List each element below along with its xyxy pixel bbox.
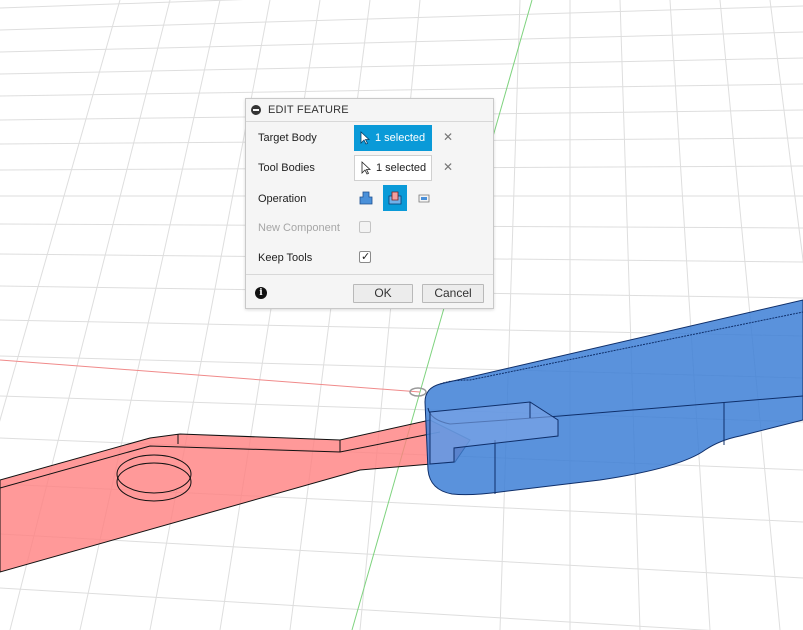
keep-tools-label: Keep Tools: [258, 252, 313, 264]
tool-body[interactable]: [0, 419, 471, 573]
ok-button[interactable]: OK: [353, 284, 413, 303]
edit-feature-dialog: EDIT FEATURE Target Body 1 selected ✕ To…: [245, 98, 494, 309]
new-component-checkbox[interactable]: [359, 221, 371, 233]
3d-viewport[interactable]: [0, 0, 803, 630]
tool-bodies-selection-text: 1 selected: [376, 162, 427, 174]
intersect-icon[interactable]: [412, 185, 436, 211]
cancel-button[interactable]: Cancel: [422, 284, 484, 303]
target-body-label: Target Body: [258, 132, 317, 144]
cut-icon[interactable]: [383, 185, 407, 211]
dialog-footer: i OK Cancel: [246, 274, 493, 309]
checkmark-icon: ✓: [361, 250, 371, 263]
keep-tools-checkbox[interactable]: ✓: [359, 250, 371, 263]
new-component-row: New Component: [246, 214, 493, 244]
collapse-icon[interactable]: [251, 105, 261, 115]
cursor-arrow-icon: [360, 131, 370, 145]
keep-tools-row: Keep Tools ✓: [246, 244, 493, 274]
info-icon[interactable]: i: [255, 287, 267, 299]
y-axis-line: [351, 0, 533, 630]
clear-target-body-icon[interactable]: ✕: [443, 130, 453, 144]
dialog-header: EDIT FEATURE: [246, 99, 493, 122]
cursor-arrow-icon: [361, 161, 371, 175]
tool-bodies-selection-button[interactable]: 1 selected: [354, 155, 432, 181]
target-body-row: Target Body 1 selected ✕: [246, 124, 493, 154]
operation-row: Operation: [246, 185, 493, 215]
dialog-title: EDIT FEATURE: [268, 104, 349, 116]
target-body-selection-button[interactable]: 1 selected: [354, 125, 432, 151]
x-axis-line: [0, 359, 421, 393]
join-icon[interactable]: [354, 185, 378, 211]
tool-bodies-label: Tool Bodies: [258, 162, 315, 174]
new-component-label: New Component: [258, 222, 340, 234]
operation-label: Operation: [258, 193, 307, 205]
target-body-selection-text: 1 selected: [375, 132, 426, 144]
tool-bodies-row: Tool Bodies 1 selected ✕: [246, 154, 493, 184]
clear-tool-bodies-icon[interactable]: ✕: [443, 160, 453, 174]
